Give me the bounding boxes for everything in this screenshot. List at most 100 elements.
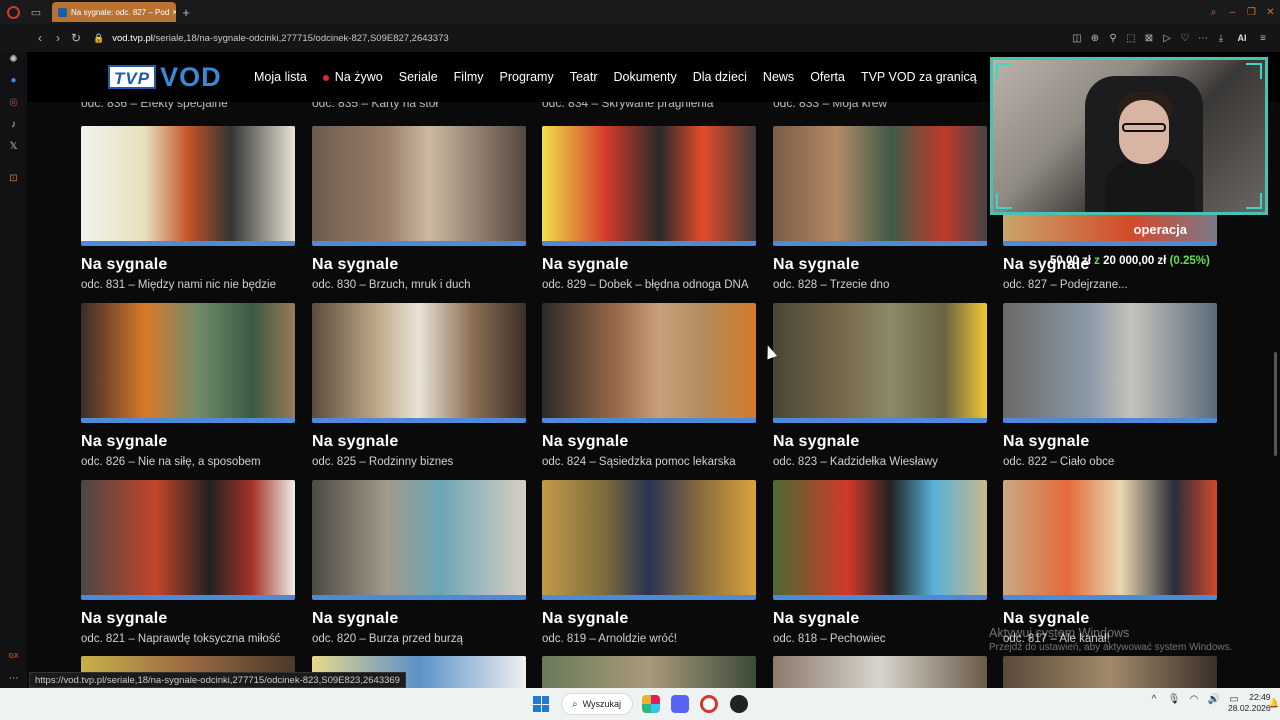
menu-item[interactable]: Teatr [570,70,598,84]
episode-subtitle[interactable]: odc. 820 – Burza przed burzą [312,633,526,645]
opera-gx-taskbar-icon[interactable] [730,695,748,713]
episode-subtitle[interactable]: odc. 824 – Sąsiedzka pomoc lekarska [542,456,756,468]
episode-card[interactable]: Na sygnale odc. 817 – Ale kanał! [1003,480,1217,645]
gx-icon[interactable]: GX [6,649,21,664]
episode-series-title[interactable]: Na sygnale [312,433,526,451]
episode-series-title[interactable]: Na sygnale [542,610,756,628]
episode-card[interactable] [542,656,756,688]
adblock-icon[interactable]: ⊠ [1140,33,1158,44]
episode-card[interactable]: Na sygnale odc. 824 – Sąsiedzka pomoc lek… [542,303,756,468]
partial-episode-subtitle[interactable]: odc. 835 – Karty na stół [312,102,438,110]
maximize-button[interactable]: ❐ [1242,0,1261,24]
episode-card[interactable] [773,656,987,688]
episode-series-title[interactable]: Na sygnale [542,433,756,451]
windows-start-button[interactable] [533,696,549,712]
page-scrollbar-thumb[interactable] [1274,352,1277,456]
discord-icon[interactable] [671,695,689,713]
episode-card[interactable]: Na sygnale odc. 823 – Kadzidełka Wiesławy [773,303,987,468]
episode-subtitle[interactable]: odc. 819 – Arnoldzie wróć! [542,633,756,645]
opera-menu-icon[interactable] [0,0,26,24]
tab-close-icon[interactable]: × [169,7,176,17]
heart-icon[interactable]: ♡ [1176,33,1194,44]
tray-chevron-icon[interactable]: ^ [1146,694,1162,705]
split-view-icon[interactable]: ◫ [1068,33,1086,44]
episode-thumbnail[interactable] [542,480,756,600]
ai-button[interactable]: AI [1230,33,1254,43]
episode-series-title[interactable]: Na sygnale [81,433,295,451]
episode-subtitle[interactable]: odc. 821 – Naprawdę toksyczna miłość [81,633,295,645]
partial-episode-subtitle[interactable]: odc. 836 – Efekty specjalne [81,102,228,110]
episode-series-title[interactable]: Na sygnale [773,256,987,274]
lock-icon[interactable]: 🔒 [93,33,104,44]
episode-series-title[interactable]: Na sygnale [773,433,987,451]
episode-series-title[interactable]: Na sygnale [542,256,756,274]
search-icon[interactable]: ⌕ [1204,0,1223,24]
sidebar-more-icon[interactable]: ⋯ [6,671,21,686]
menu-item[interactable]: Oferta [810,70,845,84]
pin-icon[interactable]: ⚲ [1104,33,1122,44]
episode-thumbnail[interactable] [81,480,295,600]
tab-overview-icon[interactable]: ▭ [26,0,46,24]
episode-series-title[interactable]: Na sygnale [81,256,295,274]
menu-item[interactable]: TVP VOD za granicą [861,70,977,84]
chatgpt-icon[interactable]: ✺ [6,52,21,67]
tvp-vod-logo[interactable]: TVP VOD [108,64,222,91]
menu-item[interactable]: Moja lista [254,70,307,84]
menu-item[interactable]: Dokumenty [614,70,677,84]
menu-item[interactable]: Na żywo [322,70,383,84]
episode-card[interactable]: Na sygnale odc. 829 – Dobek – błędna odno… [542,126,756,291]
url-field[interactable]: vod.tvp.pl/seriale,18/na-sygnale-odcinki… [112,33,448,44]
episode-subtitle[interactable]: odc. 828 – Trzecie dno [773,279,987,291]
episode-card[interactable]: Na sygnale odc. 820 – Burza przed burzą [312,480,526,645]
x-twitter-icon[interactable]: 𝕏 [6,139,21,154]
episode-thumbnail[interactable] [312,303,526,423]
back-button[interactable]: ‹ [31,31,49,45]
episode-subtitle[interactable]: odc. 831 – Między nami nic nie będzie [81,279,295,291]
episode-thumbnail[interactable] [312,480,526,600]
snapshot-icon[interactable]: ⬚ [1122,33,1140,44]
episode-subtitle[interactable]: odc. 825 – Rodzinny biznes [312,456,526,468]
episode-subtitle[interactable]: odc. 818 – Pechowiec [773,633,987,645]
extensions-icon[interactable]: ⋯ [1194,33,1212,44]
episode-card[interactable]: Na sygnale odc. 831 – Między nami nic nie… [81,126,295,291]
instagram-icon[interactable]: ◎ [6,95,21,110]
menu-item[interactable]: Seriale [399,70,438,84]
partial-episode-subtitle[interactable]: odc. 833 – Moja krew [773,102,887,110]
episode-subtitle[interactable]: odc. 827 – Podejrzane... [1003,279,1217,291]
taskbar-clock[interactable]: 22:49 28.02.2026 [1228,692,1271,714]
menu-item[interactable]: Dla dzieci [693,70,747,84]
taskbar-search[interactable]: ⌕ Wyszukaj [561,693,633,715]
bookmarks-icon[interactable]: ⊡ [6,171,21,186]
wifi-icon[interactable]: ◠ [1186,694,1202,705]
episode-card[interactable]: Na sygnale odc. 818 – Pechowiec [773,480,987,645]
episode-series-title[interactable]: Na sygnale [312,256,526,274]
episode-thumbnail[interactable] [773,480,987,600]
episode-subtitle[interactable]: odc. 823 – Kadzidełka Wiesławy [773,456,987,468]
episode-thumbnail[interactable] [1003,656,1217,688]
episode-series-title[interactable]: Na sygnale [81,610,295,628]
zoom-icon[interactable]: ⊕ [1086,33,1104,44]
episode-thumbnail[interactable] [81,303,295,423]
menu-icon[interactable]: ≡ [1254,33,1272,44]
episode-thumbnail[interactable] [542,303,756,423]
active-tab[interactable]: Na sygnale: odc. 827 – Pod × [52,2,176,22]
episode-series-title[interactable]: Na sygnale [312,610,526,628]
episode-card[interactable]: Na sygnale odc. 822 – Ciało obce [1003,303,1217,468]
episode-card[interactable]: Na sygnale odc. 830 – Brzuch, mruk i duch [312,126,526,291]
minimize-button[interactable]: – [1223,0,1242,24]
episode-card[interactable]: Na sygnale odc. 825 – Rodzinny biznes [312,303,526,468]
episode-subtitle[interactable]: odc. 822 – Ciało obce [1003,456,1217,468]
partial-episode-subtitle[interactable]: odc. 834 – Skrywane pragnienia [542,102,713,110]
forward-button[interactable]: › [49,31,67,45]
episode-thumbnail[interactable] [773,126,987,246]
episode-thumbnail[interactable] [542,126,756,246]
episode-thumbnail[interactable] [773,303,987,423]
episode-thumbnail[interactable] [1003,480,1217,600]
episode-thumbnail[interactable] [542,656,756,688]
new-tab-button[interactable]: + [176,5,196,20]
play-icon[interactable]: ▷ [1158,33,1176,44]
episode-card[interactable]: Na sygnale odc. 819 – Arnoldzie wróć! [542,480,756,645]
episode-card[interactable]: Na sygnale odc. 826 – Nie na siłę, a spos… [81,303,295,468]
episode-series-title[interactable]: Na sygnale [1003,433,1217,451]
episode-thumbnail[interactable] [773,656,987,688]
